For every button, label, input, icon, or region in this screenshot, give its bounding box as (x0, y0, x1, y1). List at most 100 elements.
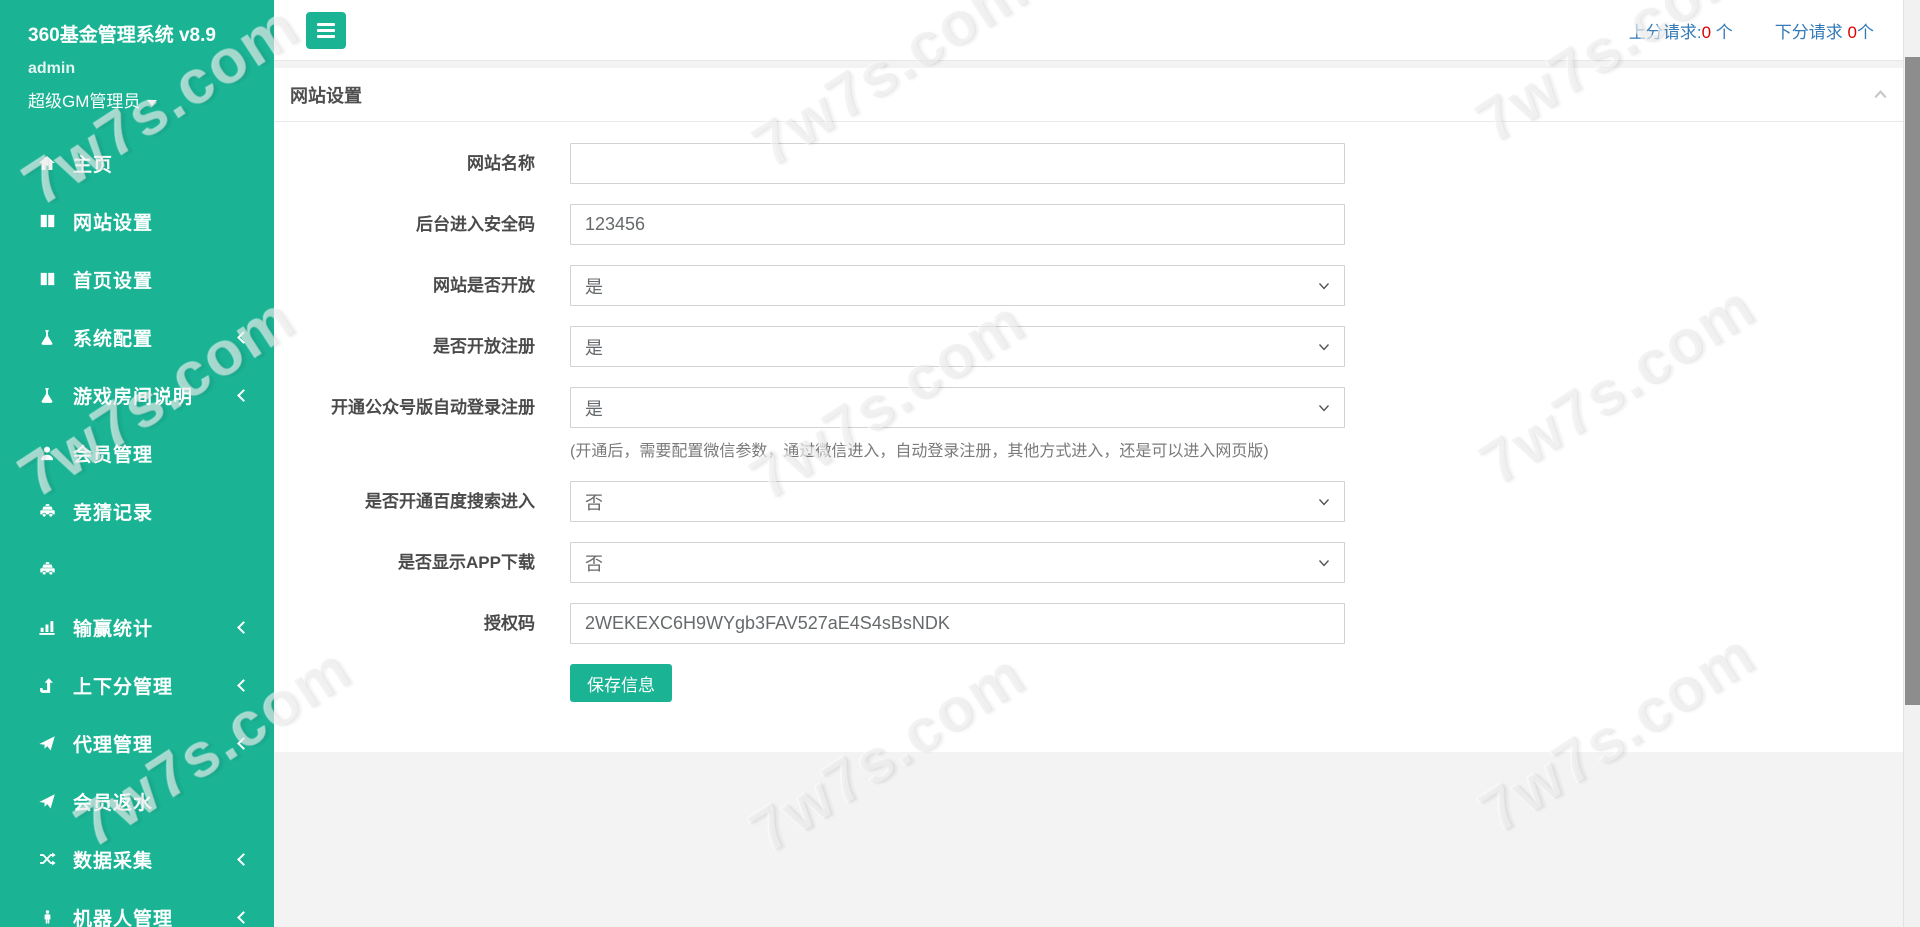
form-actions: 保存信息 (290, 664, 1900, 702)
sidebar-item-label: 首页设置 (73, 266, 153, 293)
sidebar-item-label: 系统配置 (73, 324, 153, 351)
form-label: 是否显示APP下载 (290, 542, 570, 583)
save-button[interactable]: 保存信息 (570, 664, 672, 702)
register-open-select[interactable]: 是 (570, 326, 1345, 367)
down-score-count: 0 (1848, 23, 1857, 42)
hamburger-icon (317, 23, 335, 26)
app-title: 360基金管理系统 v8.9 (28, 20, 274, 47)
site-settings-form: 网站名称后台进入安全码网站是否开放是是否开放注册是开通公众号版自动登录注册是(开… (290, 143, 1900, 702)
chevron-left-icon (237, 331, 250, 344)
form-row: 是否开放注册是 (290, 326, 1900, 367)
chevron-down-icon (1316, 494, 1332, 510)
collapse-panel-button[interactable] (1871, 85, 1890, 104)
level-up-icon (36, 675, 58, 695)
form-label: 是否开放注册 (290, 326, 570, 367)
select-value: 否 (585, 489, 603, 515)
user-name: admin (28, 60, 274, 78)
home-icon (36, 153, 58, 173)
select-value: 是 (585, 395, 603, 421)
site-name-input[interactable] (570, 143, 1345, 184)
form-row: 网站名称 (290, 143, 1900, 184)
sidebar-item[interactable]: 首页设置 (0, 250, 274, 308)
sidebar-item-label: 会员管理 (73, 440, 153, 467)
chevron-left-icon (237, 911, 250, 924)
page: 360基金管理系统 v8.9 admin 超级GM管理员 主页网站设置首页设置系… (0, 0, 1920, 927)
panel-title: 网站设置 (290, 82, 362, 108)
sidebar-item[interactable]: 数据采集 (0, 830, 274, 888)
sidebar-item[interactable]: 机器人管理 (0, 888, 274, 927)
sidebar-item-label: 输赢统计 (73, 614, 153, 641)
down-score-requests-link[interactable]: 下分请求 0个 (1775, 18, 1874, 43)
columns-icon (36, 269, 58, 289)
sidebar-item-label: 机器人管理 (73, 904, 173, 927)
sidebar-item[interactable]: 上下分管理 (0, 656, 274, 714)
taxi-icon (36, 559, 58, 579)
chevron-up-icon (1871, 85, 1890, 104)
paper-plane-icon (36, 733, 58, 753)
sidebar-item-label: 会员返水 (73, 788, 153, 815)
chevron-left-icon (237, 621, 250, 634)
flask-icon (36, 385, 58, 405)
sidebar-item[interactable]: 系统配置 (0, 308, 274, 366)
sidebar-item[interactable]: 主页 (0, 134, 274, 192)
admin-security-code-input[interactable] (570, 204, 1345, 245)
chevron-left-icon (237, 737, 250, 750)
user-icon (36, 443, 58, 463)
form-row: 后台进入安全码 (290, 204, 1900, 245)
male-icon (36, 907, 58, 927)
shuffle-icon (36, 849, 58, 869)
caret-down-icon (147, 100, 157, 106)
select-value: 是 (585, 273, 603, 299)
sidebar-item[interactable]: 竞猜记录 (0, 482, 274, 540)
main-area: 上分请求:0 个 下分请求 0个 网站设置 网站名称后台进入安全码网站是否开放是… (274, 0, 1920, 927)
chevron-down-icon (1316, 278, 1332, 294)
select-value: 是 (585, 334, 603, 360)
sidebar-toggle-button[interactable] (306, 12, 346, 49)
auth-code-input[interactable] (570, 603, 1345, 644)
sidebar-item[interactable]: 网站设置 (0, 192, 274, 250)
sidebar-item-label: 主页 (73, 150, 113, 177)
sidebar-item[interactable]: 会员管理 (0, 424, 274, 482)
sidebar-item-label: 游戏房间说明 (73, 382, 193, 409)
paper-plane-icon (36, 791, 58, 811)
up-score-count: 0 (1702, 23, 1711, 42)
form-row: 开通公众号版自动登录注册是(开通后，需要配置微信参数，通过微信进入，自动登录注册… (290, 387, 1900, 461)
scrollbar-thumb[interactable] (1905, 57, 1920, 705)
settings-panel: 网站设置 网站名称后台进入安全码网站是否开放是是否开放注册是开通公众号版自动登录… (274, 68, 1920, 752)
baidu-search-entry-select[interactable]: 否 (570, 481, 1345, 522)
navbar-right: 上分请求:0 个 下分请求 0个 (1629, 18, 1896, 43)
sidebar-item-label: 上下分管理 (73, 672, 173, 699)
content-area: 网站设置 网站名称后台进入安全码网站是否开放是是否开放注册是开通公众号版自动登录… (274, 61, 1920, 927)
user-role-label: 超级GM管理员 (28, 92, 140, 111)
columns-icon (36, 211, 58, 231)
form-label: 网站是否开放 (290, 265, 570, 306)
sidebar-item-label: 网站设置 (73, 208, 153, 235)
form-row: 网站是否开放是 (290, 265, 1900, 306)
panel-header: 网站设置 (274, 68, 1920, 122)
select-value: 否 (585, 550, 603, 576)
flask-icon (36, 327, 58, 347)
sidebar-item[interactable]: 代理管理 (0, 714, 274, 772)
show-app-download-select[interactable]: 否 (570, 542, 1345, 583)
up-score-requests-link[interactable]: 上分请求:0 个 (1629, 18, 1733, 43)
sidebar-item[interactable]: 输赢统计 (0, 598, 274, 656)
user-role-dropdown[interactable]: 超级GM管理员 (28, 87, 274, 112)
sidebar-item[interactable]: 会员返水 (0, 772, 274, 830)
form-row: 是否显示APP下载否 (290, 542, 1900, 583)
chevron-down-icon (1316, 400, 1332, 416)
sidebar-item-label: 代理管理 (73, 730, 153, 757)
form-label: 后台进入安全码 (290, 204, 570, 245)
top-navbar: 上分请求:0 个 下分请求 0个 (274, 0, 1920, 61)
chevron-down-icon (1316, 339, 1332, 355)
user-panel: 360基金管理系统 v8.9 admin 超级GM管理员 (0, 0, 274, 122)
sidebar-item[interactable] (0, 540, 274, 598)
form-label: 是否开通百度搜索进入 (290, 481, 570, 522)
sidebar-item-label: 竞猜记录 (73, 498, 153, 525)
sidebar-item[interactable]: 游戏房间说明 (0, 366, 274, 424)
sidebar-item-label: 数据采集 (73, 846, 153, 873)
site-open-select[interactable]: 是 (570, 265, 1345, 306)
wechat-auto-login-select[interactable]: 是 (570, 387, 1345, 428)
sidebar-menu: 主页网站设置首页设置系统配置游戏房间说明会员管理竞猜记录输赢统计上下分管理代理管… (0, 134, 274, 927)
help-text: (开通后，需要配置微信参数，通过微信进入，自动登录注册，其他方式进入，还是可以进… (570, 437, 1345, 461)
scrollbar-track[interactable] (1903, 0, 1920, 927)
